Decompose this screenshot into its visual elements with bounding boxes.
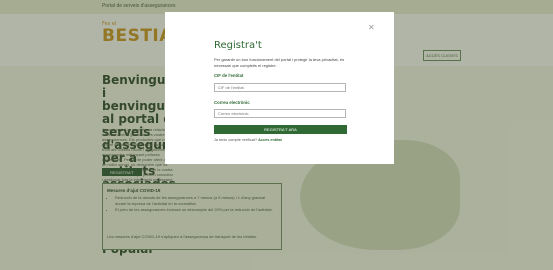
modal-description: Per garantir un bon funcionament del por…	[214, 57, 345, 68]
register-submit-button[interactable]: REGISTRA'T ARA	[214, 125, 347, 134]
login-link[interactable]: Accés entitat	[258, 138, 282, 142]
close-icon[interactable]: ✕	[368, 24, 375, 32]
cif-label: CIF de l'entitat	[214, 73, 244, 78]
modal-footer: Ja teniu compte verificat? Accés entitat	[214, 138, 282, 142]
modal-title: Registra't	[214, 40, 262, 51]
cif-input[interactable]	[214, 83, 346, 92]
email-label: Correu electrònic	[214, 100, 250, 105]
email-input[interactable]	[214, 109, 346, 118]
modal-footer-text: Ja teniu compte verificat?	[214, 138, 258, 142]
